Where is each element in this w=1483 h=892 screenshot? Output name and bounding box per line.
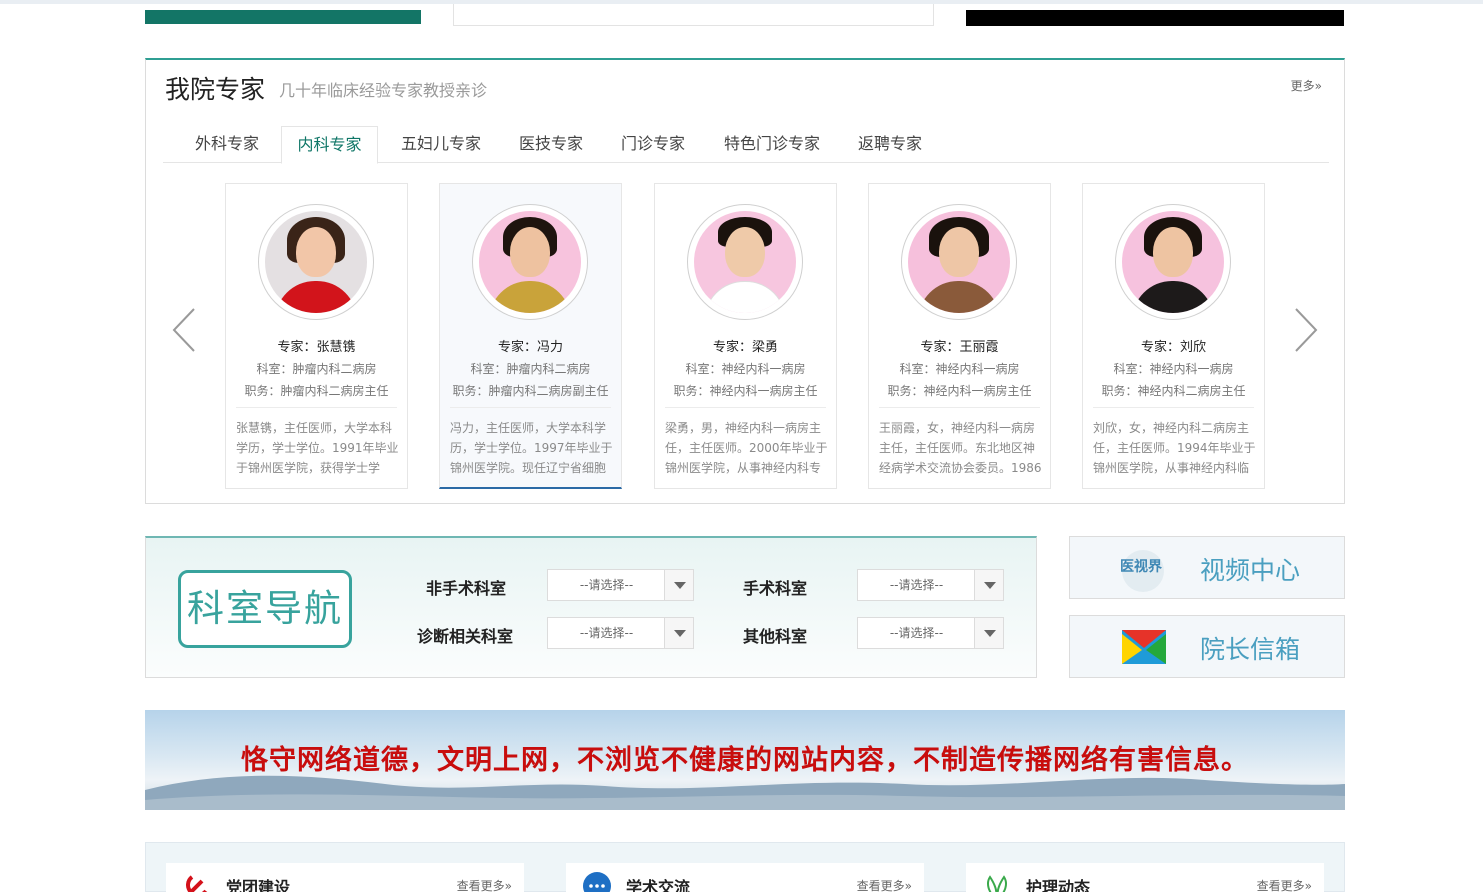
nursing-more[interactable]: 查看更多» (1257, 877, 1312, 892)
expert-dept: 科室：肿瘤内科二病房 (256, 362, 377, 376)
expert-card[interactable]: 专家：王丽霞 科室：神经内科一病房 职务：神经内科一病房主任 王丽霞，女，神经内… (868, 183, 1051, 489)
video-center-label: 视频中心 (1200, 556, 1301, 585)
video-center-button[interactable]: 医视界 视频中心 (1069, 536, 1345, 599)
select-value: --请选择-- (579, 626, 634, 640)
top-black-block (966, 10, 1344, 26)
dept-nav-logo-text: 科室导航 (187, 587, 343, 630)
expert-name: 专家：王丽霞 (920, 340, 999, 355)
president-mailbox-button[interactable]: 院长信箱 (1069, 615, 1345, 678)
experts-title: 我院专家 (165, 75, 266, 104)
experts-more-link[interactable]: 更多» (1291, 77, 1322, 94)
nonsurgical-label: 非手术科室 (426, 579, 507, 598)
expert-tabs: 外科专家 内科专家 五妇儿专家 医技专家 门诊专家 特色门诊专家 返聘专家 (163, 126, 1329, 164)
academic-more[interactable]: 查看更多» (857, 877, 912, 892)
chevron-down-icon[interactable] (974, 570, 1003, 600)
expert-dept: 科室：神经内科一病房 (899, 362, 1020, 376)
prev-arrow-icon[interactable] (172, 308, 196, 352)
card-divider (450, 407, 611, 408)
surgical-label: 手术科室 (743, 579, 808, 598)
civility-banner: 恪守网络道德，文明上网，不浏览不健康的网站内容，不制造传播网络有害信息。 (145, 710, 1345, 810)
tab-special-outpatient[interactable]: 特色门诊专家 (707, 126, 837, 163)
other-dept-select[interactable]: --请选择-- (857, 617, 1004, 649)
surgical-select[interactable]: --请选择-- (857, 569, 1004, 601)
expert-dept: 科室：肿瘤内科二病房 (470, 362, 591, 376)
card-divider (665, 407, 826, 408)
tab-rehired[interactable]: 返聘专家 (841, 126, 939, 163)
dept-nav-section: 科室导航 非手术科室 --请选择-- 手术科室 --请选择-- 诊断相关科室 -… (145, 536, 1037, 678)
expert-desc: 张慧镌，主任医师，大学本科学历，学士学位。1991年毕业于锦州医学院，获得学士学 (236, 421, 399, 475)
tab-internal-medicine[interactable]: 内科专家 (281, 126, 378, 164)
select-value: --请选择-- (889, 578, 944, 592)
party-building-card: 党团建设 查看更多» (166, 863, 524, 892)
expert-dept: 科室：神经内科一病房 (685, 362, 806, 376)
avatar (472, 204, 588, 320)
nursing-title: 护理动态 (1026, 878, 1091, 892)
party-building-more[interactable]: 查看更多» (457, 877, 512, 892)
experts-section: 我院专家 几十年临床经验专家教授亲诊 更多» 外科专家 内科专家 五妇儿专家 医… (145, 58, 1345, 504)
expert-position: 职务：神经内科一病房主任 (673, 384, 818, 398)
president-mailbox-label: 院长信箱 (1200, 635, 1301, 664)
nonsurgical-select[interactable]: --请选择-- (547, 569, 694, 601)
expert-position: 职务：肿瘤内科二病房副主任 (452, 384, 609, 398)
tab-outpatient[interactable]: 门诊专家 (604, 126, 702, 163)
expert-position: 职务：肿瘤内科二病房主任 (244, 384, 389, 398)
expert-desc: 王丽霞，女，神经内科一病房主任，主任医师。东北地区神经病学术交流协会委员。198… (879, 421, 1042, 475)
expert-dept: 科室：神经内科一病房 (1113, 362, 1234, 376)
top-white-panel (453, 4, 934, 26)
avatar (258, 204, 374, 320)
card-divider (879, 407, 1040, 408)
party-icon (186, 875, 208, 892)
chevron-down-icon[interactable] (664, 618, 693, 648)
expert-name: 专家：冯力 (497, 340, 563, 355)
avatar (1115, 204, 1231, 320)
expert-name: 专家：梁勇 (712, 340, 778, 355)
other-dept-label: 其他科室 (743, 627, 808, 646)
avatar (687, 204, 803, 320)
expert-name: 专家：刘欣 (1140, 340, 1206, 355)
expert-desc: 刘欣，女，神经内科二病房主任，主任医师。1994年毕业于锦州医学院，从事神经内科… (1093, 421, 1256, 475)
tab-obgyn-pediatrics[interactable]: 五妇儿专家 (384, 126, 498, 163)
chevron-down-icon[interactable] (974, 618, 1003, 648)
card-divider (1093, 407, 1254, 408)
tab-medical-tech[interactable]: 医技专家 (502, 126, 600, 163)
expert-card[interactable]: 专家：冯力 科室：肿瘤内科二病房 职务：肿瘤内科二病房副主任 冯力，主任医师，大… (439, 183, 622, 489)
top-green-block[interactable] (145, 10, 421, 24)
avatar (901, 204, 1017, 320)
banner-text: 恪守网络道德，文明上网，不浏览不健康的网站内容，不制造传播网络有害信息。 (241, 745, 1249, 776)
expert-desc: 冯力，主任医师，大学本科学历，学士学位。1997年毕业于锦州医学院。现任辽宁省细… (450, 421, 613, 475)
academic-title: 学术交流 (626, 878, 691, 892)
envelope-icon (1122, 630, 1166, 664)
party-building-title: 党团建设 (226, 878, 291, 892)
nursing-card: 护理动态 查看更多» (966, 863, 1324, 892)
video-logo-icon: 医视界 (1120, 550, 1164, 592)
diagnostic-select[interactable]: --请选择-- (547, 617, 694, 649)
academic-card: 学术交流 查看更多» (566, 863, 924, 892)
expert-card[interactable]: 专家：张慧镌 科室：肿瘤内科二病房 职务：肿瘤内科二病房主任 张慧镌，主任医师，… (225, 183, 408, 489)
tab-surgery[interactable]: 外科专家 (179, 126, 275, 163)
news-columns: 党团建设 查看更多» 学术交流 查看更多» 护理动态 查看更多» (145, 842, 1345, 892)
dept-nav-logo: 科室导航 (178, 570, 352, 648)
expert-position: 职务：神经内科一病房主任 (887, 384, 1032, 398)
card-divider (236, 407, 397, 408)
expert-desc: 梁勇，男，神经内科一病房主任，主任医师。2000年毕业于锦州医学院，从事神经内科… (665, 421, 828, 475)
svg-text:医视界: 医视界 (1120, 558, 1163, 575)
chat-bubble-icon (583, 872, 611, 892)
expert-card[interactable]: 专家：刘欣 科室：神经内科一病房 职务：神经内科二病房主任 刘欣，女，神经内科二… (1082, 183, 1265, 489)
leaf-icon (987, 875, 1007, 892)
next-arrow-icon[interactable] (1294, 308, 1318, 352)
select-value: --请选择-- (579, 578, 634, 592)
select-value: --请选择-- (889, 626, 944, 640)
expert-name: 专家：张慧镌 (277, 340, 356, 355)
expert-position: 职务：神经内科二病房主任 (1101, 384, 1246, 398)
diagnostic-label: 诊断相关科室 (417, 627, 514, 646)
expert-card[interactable]: 专家：梁勇 科室：神经内科一病房 职务：神经内科一病房主任 梁勇，男，神经内科一… (654, 183, 837, 489)
experts-subtitle: 几十年临床经验专家教授亲诊 (279, 81, 488, 100)
chevron-down-icon[interactable] (664, 570, 693, 600)
